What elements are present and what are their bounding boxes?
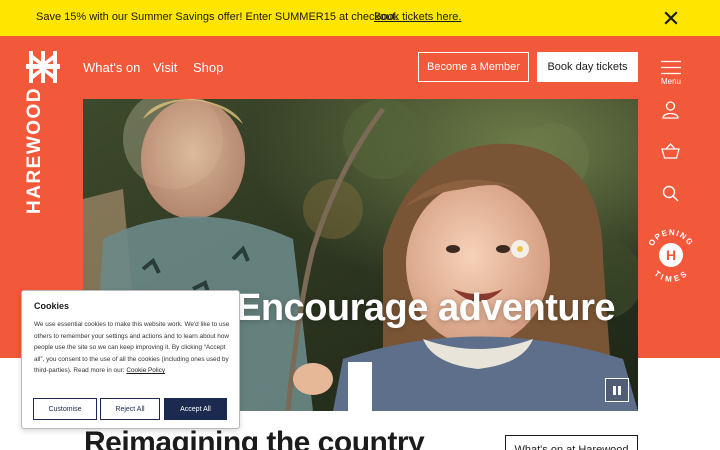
search-icon[interactable] [662, 185, 679, 202]
menu-icon[interactable] [661, 60, 681, 75]
menu-label[interactable]: Menu [656, 77, 686, 86]
opening-badge-bottom-text: TIMES [653, 269, 689, 282]
basket-icon[interactable] [661, 143, 680, 159]
become-member-button[interactable]: Become a Member [418, 52, 529, 82]
opening-times-badge[interactable]: OPENING TIMES H [645, 228, 697, 282]
close-icon[interactable] [662, 9, 680, 27]
svg-text:TIMES: TIMES [653, 269, 690, 282]
whats-on-button[interactable]: What's on at Harewood [505, 435, 638, 450]
nav-visit[interactable]: Visit [153, 60, 177, 75]
promo-book-tickets-link[interactable]: Book tickets here. [374, 11, 461, 23]
brand-wordmark: HAREWOOD [24, 86, 45, 214]
hero-headline: Encourage adventure [236, 287, 616, 329]
opening-badge-letter: H [666, 247, 676, 263]
promo-banner: Save 15% with our Summer Savings offer! … [0, 0, 720, 36]
account-icon[interactable] [662, 101, 679, 119]
nav-shop[interactable]: Shop [193, 60, 223, 75]
section-heading: Reimagining the country [84, 426, 425, 450]
promo-text: Save 15% with our Summer Savings offer! … [36, 11, 399, 23]
harewood-logo[interactable] [26, 51, 60, 83]
cookie-panel: Cookies We use essential cookies to make… [21, 290, 240, 429]
cookie-description: We use essential cookies to make this we… [34, 319, 234, 377]
pause-icon[interactable] [605, 378, 629, 402]
cookie-title: Cookies [34, 301, 70, 311]
reject-all-button[interactable]: Reject All [100, 398, 160, 420]
hero-scroll-tab [348, 362, 372, 411]
nav-whats-on[interactable]: What's on [83, 60, 140, 75]
accept-all-button[interactable]: Accept All [164, 398, 227, 420]
book-day-tickets-button[interactable]: Book day tickets [537, 52, 638, 82]
cookie-policy-link[interactable]: Cookie Policy [126, 367, 165, 374]
customise-button[interactable]: Customise [33, 398, 97, 420]
